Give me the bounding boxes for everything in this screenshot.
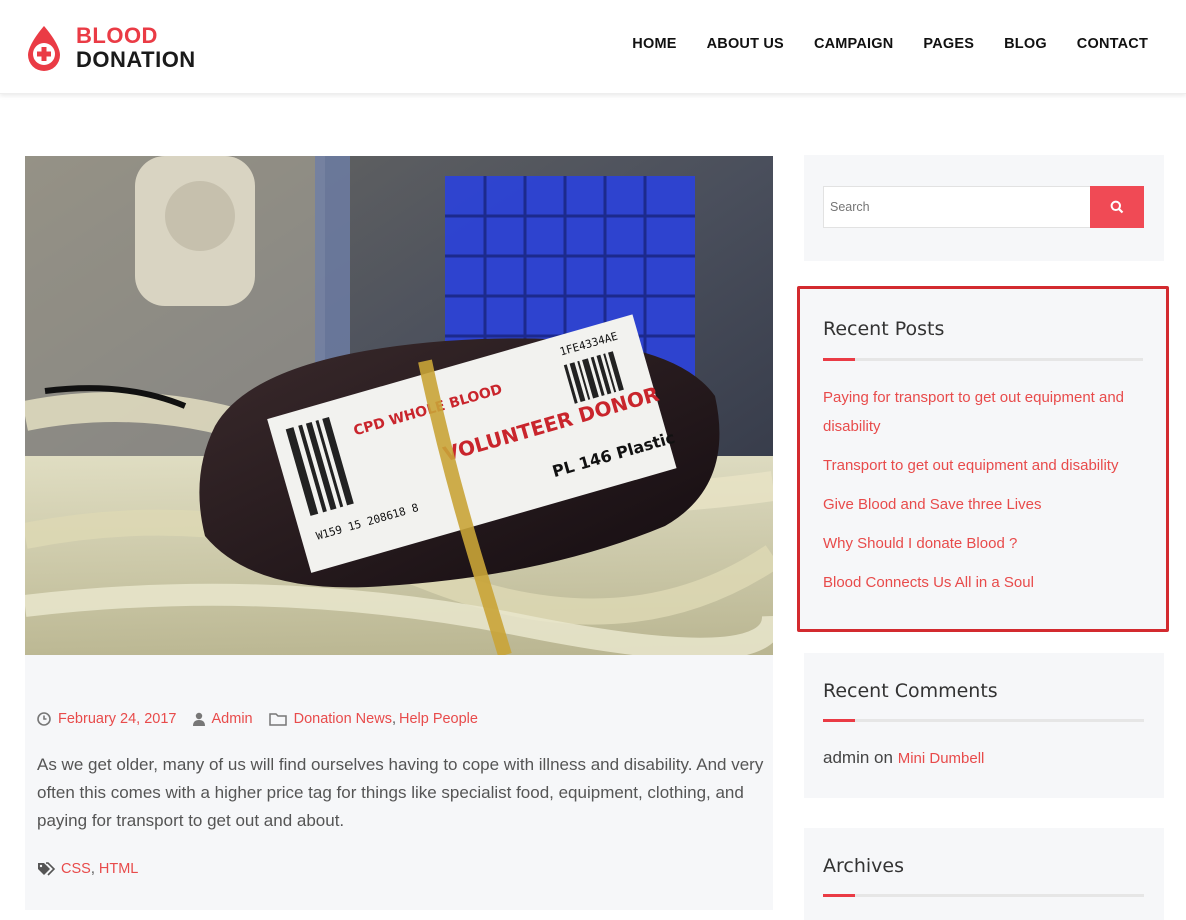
archives-widget: Archives (804, 828, 1164, 920)
archives-title: Archives (823, 855, 904, 877)
blood-drop-icon (24, 24, 64, 72)
comment-post-link[interactable]: Mini Dumbell (898, 750, 985, 767)
nav-contact[interactable]: CONTACT (1077, 36, 1148, 52)
comment-item: admin on Mini Dumbell (823, 748, 984, 768)
search-widget (804, 155, 1164, 261)
post-category-link-1[interactable]: Donation News (294, 711, 392, 727)
recent-comments-title: Recent Comments (823, 680, 998, 702)
title-divider (823, 894, 1144, 897)
nav-pages[interactable]: PAGES (923, 36, 974, 52)
nav-blog[interactable]: BLOG (1004, 36, 1047, 52)
recent-comments-widget: Recent Comments admin on Mini Dumbell (804, 653, 1164, 798)
recent-post-link[interactable]: Blood Connects Us All in a Soul (823, 568, 1143, 597)
recent-post-link[interactable]: Transport to get out equipment and disab… (823, 451, 1143, 480)
site-logo[interactable]: BLOOD DONATION (24, 24, 196, 72)
nav-home[interactable]: HOME (632, 36, 676, 52)
post-tag-link-2[interactable]: HTML (99, 861, 138, 877)
search-input[interactable] (823, 186, 1091, 228)
post-date-link[interactable]: February 24, 2017 (58, 711, 177, 727)
post-author-link[interactable]: Admin (212, 711, 253, 727)
main-nav: HOME ABOUT US CAMPAIGN PAGES BLOG CONTAC… (602, 36, 1148, 52)
nav-about-us[interactable]: ABOUT US (707, 36, 784, 52)
title-divider (823, 358, 1143, 361)
folder-icon (268, 712, 287, 726)
post-excerpt: As we get older, many of us will find ou… (37, 755, 764, 830)
recent-posts-widget: Recent Posts Paying for transport to get… (797, 286, 1169, 632)
post-featured-image[interactable]: CPD WHOLE BLOOD VOLUNTEER DONOR PL 146 P… (25, 156, 773, 655)
user-icon (192, 712, 205, 726)
comment-author: admin (823, 748, 870, 767)
title-divider (823, 719, 1144, 722)
post-tag-link-1[interactable]: CSS (61, 861, 91, 877)
comment-on-text: on (874, 748, 893, 767)
recent-post-link[interactable]: Why Should I donate Blood ? (823, 529, 1143, 558)
post-category-link-2[interactable]: Help People (399, 711, 478, 727)
recent-posts-list: Paying for transport to get out equipmen… (823, 383, 1143, 597)
recent-post-link[interactable]: Paying for transport to get out equipmen… (823, 383, 1143, 441)
recent-posts-title: Recent Posts (823, 318, 945, 340)
logo-line-2: DONATION (76, 47, 196, 72)
nav-campaign[interactable]: CAMPAIGN (814, 36, 893, 52)
search-button[interactable] (1090, 186, 1144, 228)
post-body: February 24, 2017 Admin Donation News, H… (25, 655, 773, 910)
logo-line-1: BLOOD (76, 23, 158, 48)
clock-icon (37, 712, 51, 726)
post-tags: CSS, HTML (37, 861, 138, 877)
post-meta: February 24, 2017 Admin Donation News, H… (37, 711, 478, 727)
site-header: BLOOD DONATION HOME ABOUT US CAMPAIGN PA… (0, 0, 1186, 94)
search-icon (1110, 200, 1124, 214)
tags-icon (37, 862, 57, 876)
recent-post-link[interactable]: Give Blood and Save three Lives (823, 490, 1143, 519)
